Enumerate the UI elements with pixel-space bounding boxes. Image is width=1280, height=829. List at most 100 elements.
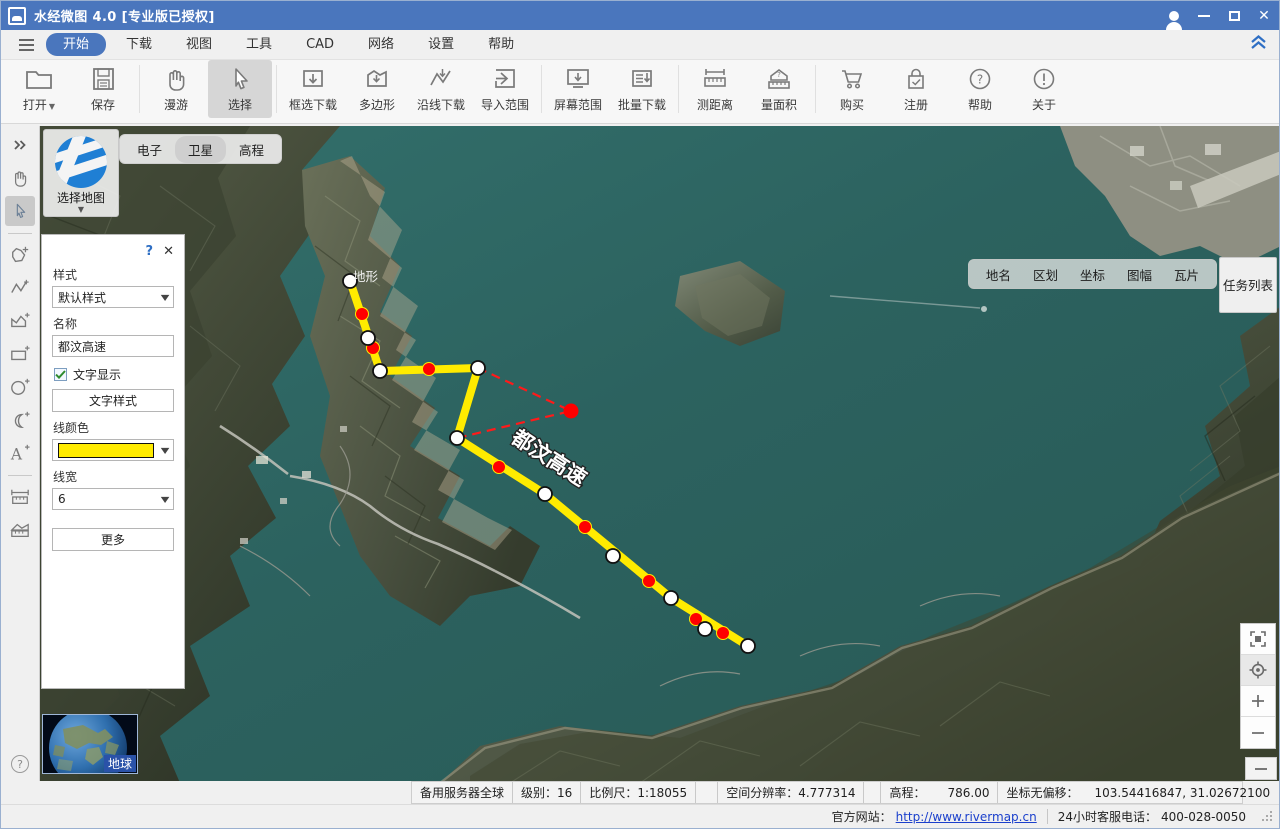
fullscreen-button[interactable] xyxy=(1241,624,1275,655)
ribbon-buy-button[interactable]: 购买 xyxy=(820,60,884,118)
footer-support-value: 400-028-0050 xyxy=(1160,809,1246,824)
caret-down-icon: ▼ xyxy=(77,205,85,214)
maximize-icon[interactable] xyxy=(1219,1,1249,30)
ribbon-rect-download-button[interactable]: 框选下载 xyxy=(281,60,345,118)
zoom-out-button[interactable] xyxy=(1241,717,1275,748)
ruler-icon xyxy=(9,487,31,507)
add-area-tool[interactable] xyxy=(5,306,35,336)
left-tool-strip: A ? xyxy=(1,126,40,781)
menu-item-download[interactable]: 下载 xyxy=(112,33,166,56)
ribbon-rect-download-label: 框选下载 xyxy=(288,98,337,112)
ribbon-separator xyxy=(276,65,277,113)
ribbon-import-range-button[interactable]: 导入范围 xyxy=(473,60,537,118)
overlay-tab-tile[interactable]: 瓦片 xyxy=(1163,261,1210,288)
footer-site-link[interactable]: http://www.rivermap.cn xyxy=(896,810,1037,824)
locate-button[interactable] xyxy=(1241,655,1275,686)
line-width-select[interactable]: 6 ▼ xyxy=(52,488,174,510)
svg-text:A: A xyxy=(10,445,23,463)
more-button[interactable]: 更多 xyxy=(52,528,174,551)
zoom-in-button[interactable] xyxy=(1241,686,1275,717)
overlay-tab-sheet[interactable]: 图幅 xyxy=(1116,261,1163,288)
elevation-profile-tool[interactable] xyxy=(5,515,35,545)
ribbon-pan-button[interactable]: 漫游 xyxy=(144,60,208,118)
menu-item-settings[interactable]: 设置 xyxy=(414,33,468,56)
menu-item-network[interactable]: 网络 xyxy=(354,33,408,56)
chevron-double-up-icon[interactable] xyxy=(1250,35,1267,50)
status-scale-label: 比例尺： xyxy=(589,786,638,800)
text-style-button[interactable]: 文字样式 xyxy=(52,389,174,412)
elevation-profile-icon xyxy=(9,520,31,540)
ribbon-polyline-download-button[interactable]: 沿线下载 xyxy=(409,60,473,118)
hamburger-menu-icon[interactable] xyxy=(9,38,43,51)
menu-item-view[interactable]: 视图 xyxy=(172,33,226,56)
ribbon-pan-label: 漫游 xyxy=(163,98,188,112)
footer-site: 官方网站： http://www.rivermap.cn xyxy=(822,806,1047,828)
cursor-arrow-icon xyxy=(225,64,255,94)
close-icon[interactable]: ✕ xyxy=(163,244,174,259)
minimap-earth[interactable]: 地球 xyxy=(42,714,138,774)
polyline-feature-overlay[interactable]: 都汶高速 xyxy=(40,126,1279,781)
layer-tab-elevation[interactable]: 高程 xyxy=(226,136,277,163)
minimize-icon[interactable] xyxy=(1189,1,1219,30)
pan-tool[interactable] xyxy=(5,163,35,193)
ribbon-screen-range-button[interactable]: 屏幕范围 xyxy=(546,60,610,118)
menu-item-start[interactable]: 开始 xyxy=(46,33,107,56)
select-map-label: 选择地图 xyxy=(56,191,105,205)
status-collapse-button[interactable] xyxy=(1245,757,1277,780)
text-display-checkbox[interactable]: 文字显示 xyxy=(54,366,174,383)
add-text-tool[interactable]: A xyxy=(5,438,35,468)
task-list-button[interactable]: 任务列表 xyxy=(1219,257,1277,313)
select-map-button[interactable]: 选择地图 ▼ xyxy=(43,129,119,217)
ruler-tool[interactable] xyxy=(5,482,35,512)
question-mark-icon[interactable]: ? xyxy=(146,244,154,259)
ribbon-batch-download-button[interactable]: 批量下载 xyxy=(610,60,674,118)
menu-item-tools[interactable]: 工具 xyxy=(232,33,286,56)
menu-item-cad[interactable]: CAD xyxy=(292,33,348,56)
overlay-tab-district[interactable]: 区划 xyxy=(1022,261,1069,288)
ribbon-polygon-button[interactable]: 多边形 xyxy=(345,60,409,118)
ribbon-measure-distance-button[interactable]: 测距离 xyxy=(683,60,747,118)
add-polygon-tool[interactable] xyxy=(5,240,35,270)
expand-right-icon[interactable] xyxy=(5,130,35,160)
resize-grip-icon[interactable] xyxy=(1262,810,1274,823)
tool-separator xyxy=(8,233,32,234)
add-rectangle-tool[interactable] xyxy=(5,339,35,369)
name-label: 名称 xyxy=(53,317,78,331)
ribbon-save-button[interactable]: 保存 xyxy=(71,60,135,118)
add-polyline-tool[interactable] xyxy=(5,273,35,303)
overlay-tab-placename[interactable]: 地名 xyxy=(975,261,1022,288)
minus-icon xyxy=(1255,767,1267,770)
overlay-tab-coordinate[interactable]: 坐标 xyxy=(1069,261,1116,288)
ribbon-select-button[interactable]: 选择 xyxy=(208,60,272,118)
ribbon-batch-download-label: 批量下载 xyxy=(617,98,666,112)
ribbon-open-button[interactable]: 打开 ▼ xyxy=(7,60,71,118)
ribbon-import-range-label: 导入范围 xyxy=(480,98,529,112)
ribbon-register-button[interactable]: 注册 xyxy=(884,60,948,118)
status-elevation: 高程： 786.00 xyxy=(881,782,999,803)
style-panel-header: ? ✕ xyxy=(52,243,174,259)
line-width-label: 线宽 xyxy=(53,470,78,484)
name-input[interactable]: 都汶高速 xyxy=(52,335,174,357)
ribbon-help-label: 帮助 xyxy=(967,98,992,112)
ribbon-help-button[interactable]: ? 帮助 xyxy=(948,60,1012,118)
menu-item-help[interactable]: 帮助 xyxy=(474,33,528,56)
add-arc-tool[interactable] xyxy=(5,405,35,435)
question-circle-icon[interactable]: ? xyxy=(11,755,29,773)
layer-tab-terrain[interactable]: 地形 xyxy=(345,264,386,287)
layer-tab-satellite[interactable]: 卫星 xyxy=(175,135,227,163)
chevron-down-icon: ▼ xyxy=(160,292,170,302)
ribbon-measure-area-button[interactable]: ? 量面积 xyxy=(747,60,811,118)
ribbon-group-screen: 屏幕范围 批量下载 xyxy=(546,60,674,122)
add-circle-tool[interactable] xyxy=(5,372,35,402)
select-tool[interactable] xyxy=(5,196,35,226)
ribbon-about-button[interactable]: 关于 xyxy=(1012,60,1076,118)
map-canvas[interactable]: 都汶高速 选择地图 ▼ 电子 卫星 高程 地形 地名 区划 坐标 图幅 瓦片 任… xyxy=(40,126,1279,781)
style-select[interactable]: 默认样式 ▼ xyxy=(52,286,174,308)
status-gap-1 xyxy=(696,782,719,803)
ribbon-separator xyxy=(139,65,140,113)
line-color-picker[interactable]: ▼ xyxy=(52,439,174,461)
close-icon[interactable]: ✕ xyxy=(1249,1,1279,30)
cursor-arrow-icon xyxy=(10,200,30,222)
layer-tab-electronic[interactable]: 电子 xyxy=(124,136,175,163)
user-account-icon[interactable] xyxy=(1159,1,1189,30)
